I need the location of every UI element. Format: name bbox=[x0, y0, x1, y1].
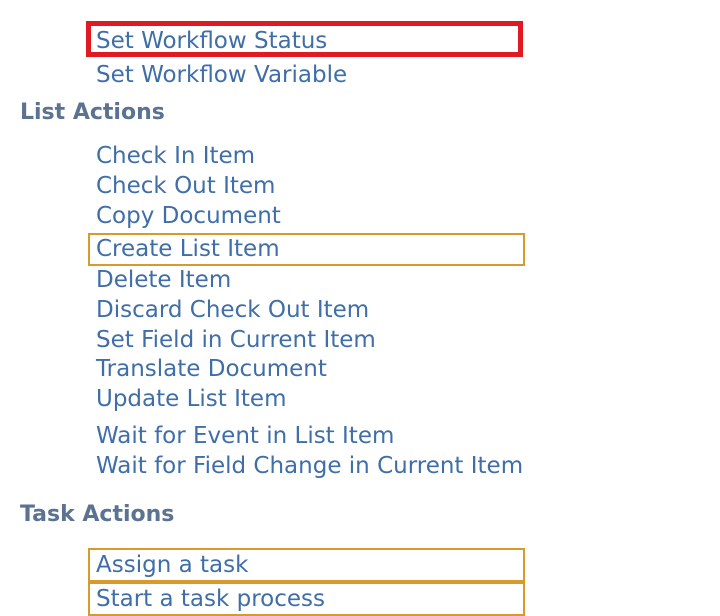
action-copy-document[interactable]: Copy Document bbox=[96, 201, 281, 231]
action-set-workflow-status[interactable]: Set Workflow Status bbox=[96, 26, 327, 56]
action-delete-item[interactable]: Delete Item bbox=[96, 265, 231, 295]
task-actions-header: Task Actions bbox=[20, 502, 175, 527]
action-set-workflow-variable[interactable]: Set Workflow Variable bbox=[96, 60, 347, 90]
action-check-out-item[interactable]: Check Out Item bbox=[96, 171, 275, 201]
workflow-action-menu: Set Workflow Status Set Workflow Variabl… bbox=[0, 0, 720, 616]
action-update-list-item[interactable]: Update List Item bbox=[96, 384, 286, 414]
action-start-a-task-process[interactable]: Start a task process bbox=[96, 584, 325, 614]
action-translate-document[interactable]: Translate Document bbox=[96, 354, 327, 384]
action-wait-for-event-in-list-item[interactable]: Wait for Event in List Item bbox=[96, 421, 394, 451]
list-actions-header: List Actions bbox=[20, 100, 165, 125]
action-set-field-in-current-item[interactable]: Set Field in Current Item bbox=[96, 325, 376, 355]
action-discard-check-out-item[interactable]: Discard Check Out Item bbox=[96, 295, 369, 325]
action-wait-for-field-change-in-current-item[interactable]: Wait for Field Change in Current Item bbox=[96, 451, 523, 481]
action-assign-a-task[interactable]: Assign a task bbox=[96, 550, 248, 580]
action-create-list-item[interactable]: Create List Item bbox=[96, 234, 280, 264]
action-check-in-item[interactable]: Check In Item bbox=[96, 141, 255, 171]
